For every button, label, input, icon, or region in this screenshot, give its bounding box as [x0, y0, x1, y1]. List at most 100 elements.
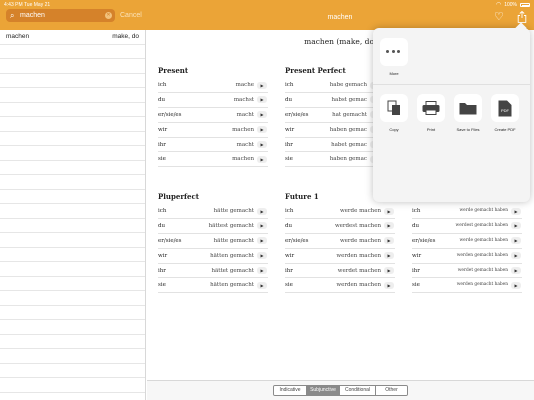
more-icon: [380, 38, 408, 66]
pronoun: du: [158, 96, 166, 103]
battery-icon: [520, 3, 530, 7]
empty-row: [0, 103, 145, 117]
verb-form: werde gemacht haben: [459, 208, 508, 213]
play-audio-icon[interactable]: ▶: [384, 222, 394, 230]
play-audio-icon[interactable]: ▶: [384, 252, 394, 260]
play-audio-icon[interactable]: ▶: [511, 267, 521, 275]
empty-row: [0, 378, 145, 393]
verb-form: haben gemac: [329, 126, 367, 133]
tense-title: Pluperfect: [158, 192, 200, 201]
status-right: ◠ 100%: [496, 1, 530, 9]
play-audio-icon[interactable]: ▶: [511, 252, 521, 260]
play-audio-icon[interactable]: ▶: [384, 281, 394, 289]
results-sidebar: machen make, do: [0, 30, 146, 400]
share-action-print[interactable]: Print: [414, 94, 448, 132]
pronoun: ich: [285, 82, 294, 88]
share-action-label: Save to Files: [456, 127, 480, 132]
pronoun: sie: [412, 282, 420, 289]
conjugation-row: wir machen ▶: [158, 123, 268, 138]
conjugation-row: ich werde machen ▶: [285, 204, 395, 219]
empty-row: [0, 248, 145, 262]
play-audio-icon[interactable]: ▶: [257, 96, 267, 104]
empty-row: [0, 277, 145, 291]
play-audio-icon[interactable]: ▶: [257, 81, 267, 89]
play-audio-icon[interactable]: ▶: [384, 237, 394, 245]
verb-form: hätten gemacht: [210, 252, 254, 259]
play-audio-icon[interactable]: ▶: [257, 141, 267, 149]
pronoun: ihr: [285, 267, 293, 274]
verb-form: habst gemac: [331, 96, 367, 103]
verb-form: werde machen: [339, 237, 381, 244]
segment-conditional[interactable]: Conditional: [340, 386, 376, 395]
play-audio-icon[interactable]: ▶: [257, 252, 267, 260]
conjugation-row: sie werden machen ▶: [285, 278, 395, 294]
empty-row: [0, 45, 145, 59]
verb-form: werdest gemacht haben: [455, 222, 508, 228]
segment-indicative[interactable]: Indicative: [274, 386, 307, 395]
pronoun: ihr: [285, 141, 293, 148]
segment-subjunctive[interactable]: Subjunctive: [307, 386, 340, 395]
pdf-icon: PDF: [491, 94, 519, 122]
pronoun: er/sie/es: [158, 237, 182, 244]
folder-icon: [454, 94, 482, 122]
pronoun: ich: [285, 208, 294, 214]
segment-other[interactable]: Other: [376, 386, 407, 395]
play-audio-icon[interactable]: ▶: [257, 222, 267, 230]
cancel-button[interactable]: Cancel: [120, 11, 142, 20]
conjugation-row: sie werden gemacht haben ▶: [412, 278, 522, 294]
play-audio-icon[interactable]: ▶: [511, 207, 521, 215]
verb-form: machen: [232, 126, 254, 133]
play-audio-icon[interactable]: ▶: [257, 281, 267, 289]
more-label: More: [389, 71, 399, 76]
divider: [373, 84, 530, 85]
pronoun: wir: [285, 252, 295, 259]
share-action-save-to-files[interactable]: Save to Files: [451, 94, 485, 132]
pronoun: wir: [158, 126, 168, 133]
tense-title: Present Perfect: [285, 66, 346, 75]
verb-form: hätten gemacht: [210, 282, 254, 289]
verb-form: werdet machen: [337, 267, 381, 274]
play-audio-icon[interactable]: ▶: [257, 237, 267, 245]
tense-present: Present ich mache ▶ du machst ▶ er/sie/es macht ▶…: [158, 66, 268, 168]
play-audio-icon[interactable]: ▶: [257, 267, 267, 275]
list-item[interactable]: machen make, do: [0, 30, 145, 45]
play-audio-icon[interactable]: ▶: [257, 111, 267, 119]
share-action-copy[interactable]: Copy: [377, 94, 411, 132]
share-action-label: Print: [426, 127, 436, 132]
empty-row: [0, 175, 145, 190]
search-input[interactable]: machen: [20, 9, 45, 22]
pronoun: er/sie/es: [285, 111, 309, 118]
verb-form: macht: [236, 141, 254, 148]
verb-form: werden gemacht haben: [456, 252, 508, 258]
empty-row: [0, 161, 145, 175]
conjugation-row: sie machen ▶: [158, 152, 268, 168]
verb-form: werde gemacht haben: [459, 237, 508, 243]
conjugation-row: ihr macht ▶: [158, 138, 268, 153]
conjugation-row: duhabst gemac▶: [285, 93, 381, 108]
play-audio-icon[interactable]: ▶: [511, 281, 521, 289]
empty-row: [0, 88, 145, 103]
verb-form: hat gemacht: [332, 111, 367, 118]
verb-form: werden machen: [336, 252, 381, 259]
play-audio-icon[interactable]: ▶: [257, 207, 267, 215]
favorite-heart-icon[interactable]: ♡: [494, 12, 504, 23]
share-action-create-pdf[interactable]: PDF Create PDF: [488, 94, 522, 132]
play-audio-icon[interactable]: ▶: [384, 267, 394, 275]
list-item-translation: make, do: [112, 33, 139, 40]
conjugation-row: er/sie/es hätte gemacht ▶: [158, 234, 268, 249]
pronoun: ihr: [412, 267, 420, 274]
more-action[interactable]: More: [377, 38, 411, 76]
clear-search-icon[interactable]: ✕: [105, 12, 112, 19]
search-field[interactable]: ⌕ machen ✕: [6, 9, 115, 22]
play-audio-icon[interactable]: ▶: [257, 155, 267, 163]
play-audio-icon[interactable]: ▶: [257, 126, 267, 134]
copy-icon: [380, 94, 408, 122]
pronoun: sie: [158, 282, 166, 289]
pronoun: ich: [158, 208, 167, 214]
play-audio-icon[interactable]: ▶: [511, 222, 521, 230]
conjugation-row: du machst ▶: [158, 93, 268, 108]
verb-form: werde machen: [339, 208, 381, 214]
play-audio-icon[interactable]: ▶: [511, 237, 521, 245]
play-audio-icon[interactable]: ▶: [384, 207, 394, 215]
share-icon[interactable]: [517, 11, 527, 23]
